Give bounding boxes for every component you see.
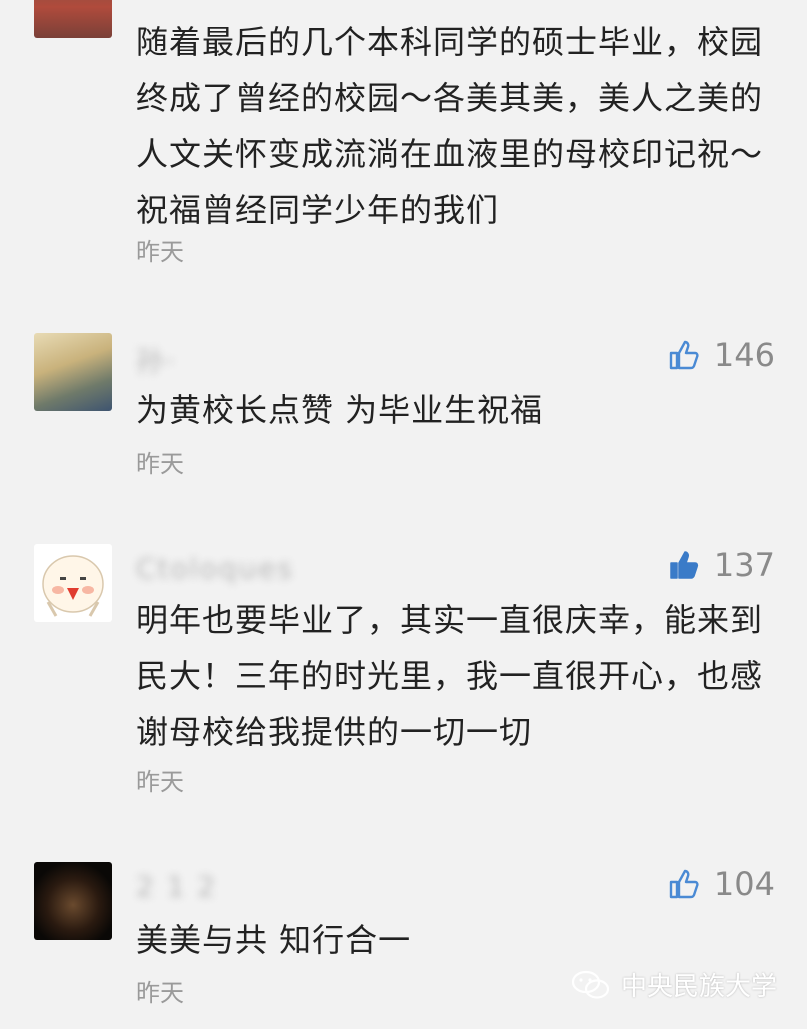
comment-time: 昨天 bbox=[136, 238, 184, 266]
user-name[interactable]: 2 1 2 bbox=[136, 870, 217, 903]
avatar[interactable] bbox=[34, 544, 112, 622]
comment-text: 明年也要毕业了，其实一直很庆幸，能来到民大！三年的时光里，我一直很开心，也感谢母… bbox=[136, 601, 764, 751]
like-count: 146 bbox=[713, 336, 775, 374]
like-button[interactable]: 146 bbox=[668, 335, 775, 375]
thumbs-up-filled-icon bbox=[670, 551, 699, 579]
thumbs-up-outline-icon bbox=[669, 869, 699, 899]
wechat-icon bbox=[571, 970, 610, 999]
avatar[interactable] bbox=[34, 862, 112, 940]
like-button[interactable]: 104 bbox=[668, 864, 775, 904]
user-name[interactable]: 孙· bbox=[136, 340, 177, 378]
emoji-face-icon bbox=[42, 555, 104, 617]
user-name[interactable]: Ctoloques bbox=[136, 552, 294, 585]
comment-text: 随着最后的几个本科同学的硕士毕业，校园终成了曾经的校园～各美其美，美人之美的人文… bbox=[136, 23, 764, 229]
comment-time: 昨天 bbox=[136, 768, 184, 796]
watermark-text: 中央民族大学 bbox=[620, 972, 777, 1002]
watermark: 中央民族大学 bbox=[571, 966, 777, 1003]
comment-text: 美美与共 知行合一 bbox=[136, 921, 412, 959]
like-count: 104 bbox=[713, 865, 775, 903]
like-button[interactable]: 137 bbox=[668, 545, 775, 585]
like-count: 137 bbox=[713, 546, 775, 584]
avatar[interactable] bbox=[34, 0, 112, 38]
avatar[interactable] bbox=[34, 333, 112, 411]
thumbs-up-outline-icon bbox=[669, 340, 699, 370]
comment-time: 昨天 bbox=[136, 979, 184, 1007]
comment-text: 为黄校长点赞 为毕业生祝福 bbox=[136, 391, 544, 429]
comment-time: 昨天 bbox=[136, 450, 184, 478]
